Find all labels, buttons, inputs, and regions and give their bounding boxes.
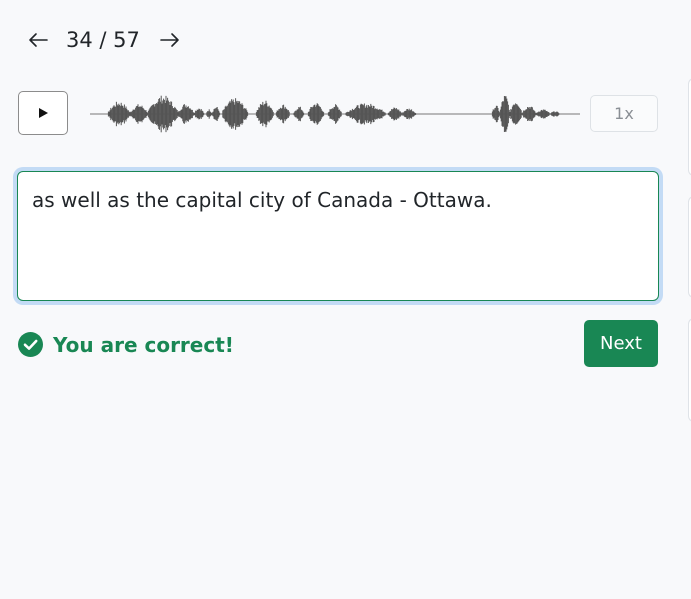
check-circle-icon [18, 332, 43, 357]
result-message: You are correct! [18, 332, 234, 357]
audio-player: 1x [18, 91, 658, 137]
sentence-counter: 34 / 57 [66, 28, 140, 52]
playback-speed-button[interactable]: 1x [590, 95, 658, 132]
result-text: You are correct! [53, 332, 234, 357]
sentence-navigation: 34 / 57 [26, 26, 182, 54]
prev-arrow-icon[interactable] [26, 26, 50, 54]
dictation-exercise-page: 34 / 57 1x as well as the capital city o… [0, 0, 691, 599]
audio-waveform[interactable] [90, 91, 580, 137]
play-button[interactable] [18, 91, 68, 135]
next-button[interactable]: Next [584, 320, 658, 367]
play-icon [39, 108, 48, 118]
answer-input[interactable]: as well as the capital city of Canada - … [17, 171, 659, 301]
next-arrow-icon[interactable] [158, 26, 182, 54]
